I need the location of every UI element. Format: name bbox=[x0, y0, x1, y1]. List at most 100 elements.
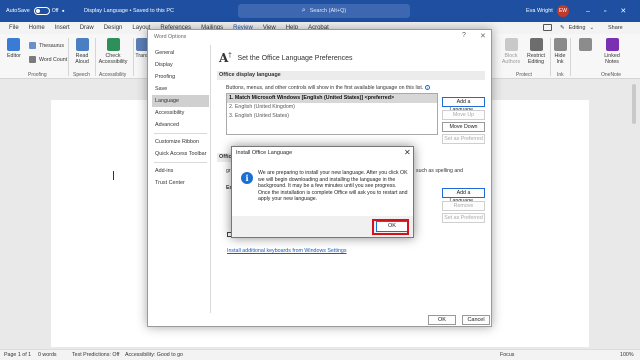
add-language-button[interactable]: Add a Language... bbox=[442, 97, 485, 113]
nav-customize-ribbon[interactable]: Customize Ribbon bbox=[152, 136, 209, 148]
ink-group-label: Ink bbox=[557, 72, 564, 78]
options-nav: General Display Proofing Save Language A… bbox=[152, 47, 209, 189]
autosave-label: AutoSave bbox=[6, 8, 30, 14]
focus-button[interactable]: Focus bbox=[500, 352, 514, 358]
nav-divider bbox=[154, 162, 207, 163]
title-bar: AutoSave Off ▪ Display Language • Saved … bbox=[0, 0, 640, 22]
install-dialog-title: Install Office Language bbox=[236, 150, 293, 156]
nav-quick-access-toolbar[interactable]: Quick Access Toolbar bbox=[152, 148, 209, 160]
autosave: AutoSave Off bbox=[6, 0, 58, 22]
read-aloud-button[interactable]: Read Aloud bbox=[72, 38, 92, 65]
restrict-editing-label: Restrict Editing bbox=[527, 53, 545, 65]
remove-button[interactable]: Remove bbox=[442, 201, 485, 211]
thesaurus-icon bbox=[29, 42, 36, 49]
accessibility-icon bbox=[106, 38, 120, 51]
language-heading: A† Set the Office Language Preferences bbox=[219, 51, 353, 65]
accessibility-status[interactable]: Accessibility: Good to go bbox=[125, 352, 183, 358]
tab-file[interactable]: File bbox=[9, 25, 19, 31]
search-box[interactable]: ⌕ Search (Alt+Q) bbox=[238, 4, 410, 18]
display-language-desc: Buttons, menus, and other controls will … bbox=[226, 85, 431, 91]
linked-notes-label: Linked Notes bbox=[604, 53, 620, 65]
install-keyboards-link[interactable]: Install additional keyboards from Window… bbox=[227, 248, 347, 254]
chevron-down-icon: ⌄ bbox=[589, 25, 595, 31]
nav-proofing[interactable]: Proofing bbox=[152, 71, 209, 83]
install-dialog-body: i We are preparing to install your new l… bbox=[232, 160, 413, 216]
text-predictions[interactable]: Text Predictions: Off bbox=[72, 352, 119, 358]
tab-home[interactable]: Home bbox=[29, 25, 45, 31]
nav-save[interactable]: Save bbox=[152, 83, 209, 95]
move-up-button[interactable]: Move Up bbox=[442, 110, 485, 120]
user-name[interactable]: Eva Wright bbox=[526, 0, 553, 22]
set-preferred-button-2[interactable]: Set as Preferred bbox=[442, 213, 485, 223]
authoring-desc-start: gr bbox=[226, 168, 231, 174]
nav-advanced[interactable]: Advanced bbox=[152, 119, 209, 131]
tab-draw[interactable]: Draw bbox=[80, 25, 94, 31]
search-placeholder: Search (Alt+Q) bbox=[309, 8, 347, 14]
protect-group-label: Protect bbox=[516, 72, 532, 78]
hide-ink-button[interactable]: Hide Ink bbox=[553, 38, 567, 65]
info-icon: i bbox=[241, 172, 253, 184]
close-icon[interactable]: ✕ bbox=[404, 148, 411, 157]
list-item[interactable]: 1. Match Microsoft Windows [English (Uni… bbox=[227, 94, 437, 103]
pencil-icon: ✎ bbox=[560, 25, 565, 31]
hide-ink-label: Hide Ink bbox=[554, 53, 566, 65]
list-item[interactable]: 3. English (United States) bbox=[227, 112, 437, 121]
move-down-button[interactable]: Move Down bbox=[442, 122, 485, 132]
document-icon bbox=[578, 38, 592, 51]
nav-divider bbox=[154, 133, 207, 134]
nav-add-ins[interactable]: Add-ins bbox=[152, 165, 209, 177]
info-icon[interactable]: i bbox=[425, 85, 431, 90]
options-cancel-button[interactable]: Cancel bbox=[462, 315, 490, 325]
save-icon[interactable]: ▪ bbox=[62, 8, 64, 15]
help-icon[interactable]: ? bbox=[462, 32, 466, 39]
status-bar: Page 1 of 1 0 words Text Predictions: Of… bbox=[0, 349, 640, 360]
zoom-level[interactable]: 100% bbox=[620, 352, 634, 358]
list-item[interactable]: 2. English (United Kingdom) bbox=[227, 103, 437, 112]
vertical-scrollbar[interactable] bbox=[631, 80, 637, 346]
window-controls: – ▫ ✕ bbox=[586, 0, 626, 22]
thesaurus-button[interactable]: Thesaurus bbox=[29, 42, 64, 49]
autosave-toggle[interactable] bbox=[33, 7, 50, 15]
editor-button[interactable]: Editor bbox=[7, 38, 21, 59]
block-authors-button[interactable]: Block Authors bbox=[500, 38, 522, 65]
nav-border bbox=[210, 45, 211, 313]
ink-icon bbox=[553, 38, 567, 51]
nav-trust-center[interactable]: Trust Center bbox=[152, 177, 209, 189]
text-cursor bbox=[113, 171, 114, 180]
tab-design[interactable]: Design bbox=[104, 25, 123, 31]
nav-display[interactable]: Display bbox=[152, 59, 209, 71]
nav-general[interactable]: General bbox=[152, 47, 209, 59]
set-preferred-button[interactable]: Set as Preferred bbox=[442, 134, 485, 144]
read-aloud-icon bbox=[75, 38, 89, 51]
display-desc-text: Buttons, menus, and other controls will … bbox=[226, 85, 424, 91]
word-count[interactable]: 0 words bbox=[38, 352, 57, 358]
restore-icon[interactable]: ▫ bbox=[604, 8, 606, 15]
close-icon[interactable]: ✕ bbox=[480, 32, 486, 40]
linked-notes-button[interactable]: Linked Notes bbox=[600, 38, 624, 65]
page-count[interactable]: Page 1 of 1 bbox=[4, 352, 31, 358]
quick-access-toolbar: ▪ bbox=[62, 0, 64, 22]
comments-icon[interactable] bbox=[543, 24, 552, 31]
avatar[interactable]: EW bbox=[557, 5, 569, 17]
editing-mode-label: Editing bbox=[568, 25, 586, 31]
options-ok-button[interactable]: OK bbox=[428, 315, 456, 325]
close-window-icon[interactable]: ✕ bbox=[620, 7, 626, 15]
share-button[interactable]: Share bbox=[608, 22, 623, 34]
dialog-title: Word Options bbox=[154, 34, 187, 40]
accessibility-group-label: Accessibility bbox=[99, 72, 127, 78]
word-count-button[interactable]: Word Count bbox=[29, 56, 67, 63]
thesaurus-label: Thesaurus bbox=[39, 42, 65, 49]
tab-insert[interactable]: Insert bbox=[55, 25, 70, 31]
translate-alt-button[interactable] bbox=[574, 38, 596, 53]
add-language-button-2[interactable]: Add a Language... bbox=[442, 188, 485, 204]
search-icon: ⌕ bbox=[301, 7, 306, 14]
speech-group-label: Speech bbox=[73, 72, 90, 78]
scrollbar-thumb[interactable] bbox=[632, 84, 636, 124]
restrict-editing-button[interactable]: Restrict Editing bbox=[524, 38, 548, 65]
editing-mode-button[interactable]: ✎ Editing ⌄ bbox=[560, 22, 594, 34]
nav-language[interactable]: Language bbox=[152, 95, 209, 107]
display-language-list[interactable]: 1. Match Microsoft Windows [English (Uni… bbox=[226, 93, 438, 135]
check-accessibility-button[interactable]: Check Accessibility bbox=[96, 38, 130, 65]
minimize-icon[interactable]: – bbox=[586, 8, 590, 15]
nav-accessibility[interactable]: Accessibility bbox=[152, 107, 209, 119]
